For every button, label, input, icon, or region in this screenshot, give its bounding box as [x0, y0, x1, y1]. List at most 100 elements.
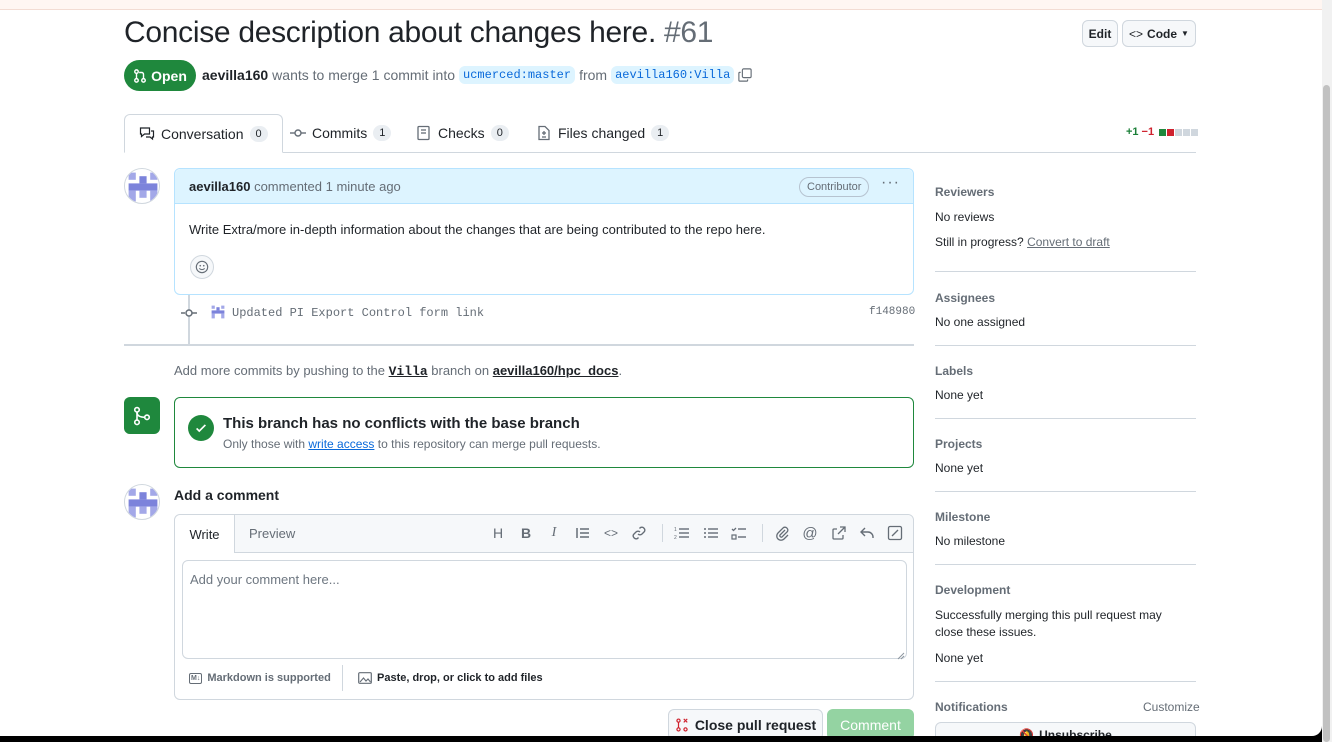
unordered-list-icon[interactable]: [703, 525, 719, 541]
milestone-heading[interactable]: Milestone: [935, 510, 990, 524]
tab-files-changed[interactable]: Files changed 1: [536, 114, 670, 152]
smiley-reaction-icon[interactable]: [190, 255, 214, 279]
from-text: from: [579, 67, 608, 83]
cross-reference-icon[interactable]: [831, 525, 847, 541]
scrollbar-thumb[interactable]: [1323, 85, 1330, 742]
push-hint-repo[interactable]: aevilla160/hpc_docs: [493, 363, 619, 378]
contributor-badge: Contributor: [799, 177, 870, 197]
avatar[interactable]: [124, 168, 160, 204]
tab-checks[interactable]: Checks 0: [416, 114, 509, 152]
task-list-icon[interactable]: [731, 525, 747, 541]
commit-node-icon: [181, 306, 197, 325]
milestone-value: No milestone: [935, 534, 1006, 548]
projects-heading[interactable]: Projects: [935, 437, 982, 451]
tab-conversation[interactable]: Conversation 0: [124, 114, 283, 153]
kebab-menu-icon[interactable]: ···: [881, 174, 900, 192]
commit-sha[interactable]: f148980: [869, 306, 915, 318]
comment-box: aevilla160 commented 1 minute ago Contri…: [174, 168, 914, 295]
projects-value: None yet: [935, 461, 984, 475]
tab-files-changed-count: 1: [651, 125, 670, 141]
comment-discussion-icon: [139, 126, 155, 140]
merge-box-subtitle: Only those with write access to this rep…: [223, 437, 601, 451]
pr-author-link[interactable]: aevilla160: [202, 67, 268, 83]
comment-button[interactable]: Comment: [827, 709, 914, 736]
svg-text:1: 1: [674, 527, 677, 533]
code-icon[interactable]: <>: [603, 525, 619, 541]
current-user-avatar[interactable]: [124, 484, 160, 520]
file-diff-icon: [538, 125, 550, 141]
comment-author[interactable]: aevilla160: [189, 179, 250, 194]
ordered-list-icon[interactable]: 12: [674, 525, 690, 541]
diffstat-added: +1: [1126, 126, 1139, 138]
reviewers-heading[interactable]: Reviewers: [935, 185, 994, 199]
merge-text: wants to merge 1 commit into: [272, 67, 456, 83]
development-value-2: None yet: [935, 651, 984, 665]
code-button[interactable]: <> Code ▼: [1122, 20, 1196, 47]
copy-icon[interactable]: [738, 68, 752, 82]
draft-hint: Still in progress? Convert to draft: [935, 235, 1110, 249]
pull-request-icon: [134, 68, 147, 83]
comment-textarea[interactable]: Add your comment here...: [182, 560, 907, 660]
quote-icon[interactable]: [575, 525, 591, 541]
push-hint-suffix: .: [618, 363, 623, 378]
add-comment-heading: Add a comment: [174, 487, 280, 503]
image-icon: [358, 672, 372, 684]
push-hint: Add more commits by pushing to the Villa…: [174, 363, 622, 379]
unsubscribe-button[interactable]: 🔕 Unsubscribe: [935, 722, 1196, 736]
customize-link[interactable]: Customize: [1143, 700, 1200, 714]
sidebar-divider: [935, 564, 1196, 565]
commit-author-avatar[interactable]: [210, 304, 226, 320]
tab-commits[interactable]: Commits 1: [290, 114, 392, 152]
check-circle-icon: [188, 415, 214, 441]
draft-hint-prefix: Still in progress?: [935, 235, 1024, 249]
development-heading[interactable]: Development: [935, 583, 1010, 597]
bold-icon[interactable]: B: [518, 525, 534, 541]
sidebar-divider: [935, 681, 1196, 682]
slash-commands-icon[interactable]: [887, 525, 903, 541]
attachment-icon[interactable]: [774, 525, 790, 541]
write-access-link[interactable]: write access: [308, 437, 374, 451]
sidebar-divider: [935, 418, 1196, 419]
tab-checks-label: Checks: [438, 125, 485, 141]
edit-button[interactable]: Edit: [1082, 20, 1118, 47]
base-branch[interactable]: ucmerced:master: [459, 66, 576, 84]
sidebar-divider: [935, 345, 1196, 346]
heading-icon[interactable]: H: [490, 525, 506, 541]
mention-icon[interactable]: @: [802, 525, 818, 542]
italic-icon[interactable]: I: [546, 525, 562, 541]
commit-message[interactable]: Updated PI Export Control form link: [232, 306, 484, 320]
markdown-icon: M↓: [189, 672, 203, 684]
merge-box-sub-prefix: Only those with: [223, 437, 306, 451]
edit-button-label: Edit: [1088, 26, 1112, 41]
comment-header: aevilla160 commented 1 minute ago Contri…: [175, 169, 913, 204]
merge-box-sub-suffix: to this repository can merge pull reques…: [377, 437, 601, 451]
comment-button-label: Comment: [840, 716, 901, 733]
code-icon: <>: [1129, 26, 1144, 41]
tab-commits-label: Commits: [312, 125, 368, 141]
push-hint-branch[interactable]: Villa: [389, 364, 428, 379]
pr-number: #61: [664, 16, 714, 49]
markdown-supported[interactable]: M↓ Markdown is supported: [189, 672, 331, 684]
link-icon[interactable]: [631, 525, 647, 541]
comment-time[interactable]: commented 1 minute ago: [254, 179, 401, 194]
footer-divider: [342, 665, 343, 691]
tab-checks-count: 0: [490, 125, 509, 141]
diffstat: +1 −1: [1126, 126, 1199, 138]
close-pr-button[interactable]: Close pull request: [668, 709, 823, 736]
labels-heading[interactable]: Labels: [935, 364, 973, 378]
attach-files[interactable]: Paste, drop, or click to add files: [358, 672, 543, 684]
reply-icon[interactable]: [859, 525, 875, 541]
assignees-heading[interactable]: Assignees: [935, 291, 995, 305]
tab-write[interactable]: Write: [175, 515, 235, 553]
tab-preview[interactable]: Preview: [249, 526, 295, 541]
convert-to-draft-link[interactable]: Convert to draft: [1027, 235, 1110, 249]
close-pr-label: Close pull request: [694, 716, 817, 733]
head-branch[interactable]: aevilla160:Villa: [611, 66, 735, 84]
status-label: Open: [151, 67, 187, 84]
tab-conversation-label: Conversation: [161, 125, 244, 142]
comment-editor: Write Preview Add your comment here... M…: [174, 514, 914, 700]
resize-handle-icon[interactable]: [897, 647, 905, 660]
assignees-value: No one assigned: [935, 315, 1026, 329]
code-button-label: Code: [1147, 26, 1178, 41]
tab-conversation-count: 0: [249, 125, 268, 142]
